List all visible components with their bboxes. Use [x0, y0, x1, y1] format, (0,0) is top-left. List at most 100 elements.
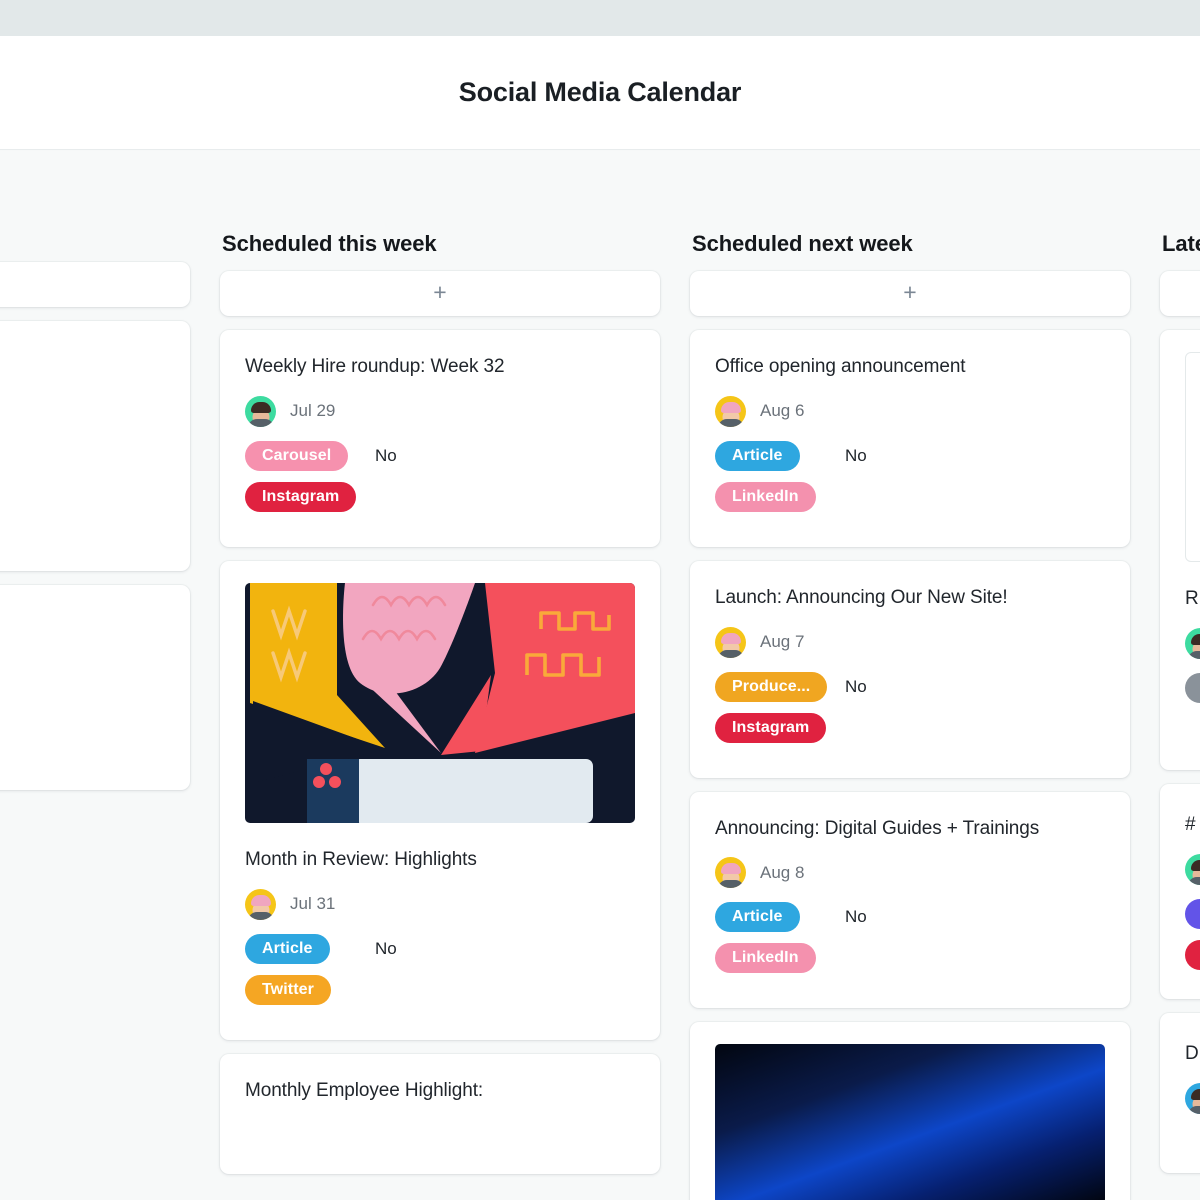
board-canvas[interactable]: + l Design Scheduled this week + Weekl: [0, 151, 1200, 1200]
tag-content-type[interactable]: Article: [245, 933, 330, 964]
speech-bubbles-illustration: [245, 582, 635, 823]
avatar: [715, 857, 746, 889]
card-flag-value: No: [845, 445, 867, 465]
card-tag-row-type: [1185, 898, 1200, 929]
tag-content-type[interactable]: Article: [715, 440, 800, 471]
avatar: [245, 888, 276, 920]
column-partial-left: + l Design: [0, 231, 190, 804]
card-title: Office opening announcement: [715, 356, 966, 377]
card-meta: Jul 31: [245, 888, 635, 920]
tag-content-type[interactable]: Carousel: [245, 440, 349, 471]
card-title: Announcing: Digital Guides + Trainings: [715, 817, 1040, 839]
card-tag-row-channel: Instagram: [245, 481, 635, 512]
card-tag-row-channel: [1185, 672, 1200, 703]
card-office-opening[interactable]: Office opening announcement Aug 6 Articl…: [690, 330, 1130, 547]
avatar: [245, 395, 276, 427]
card-flag-value: No: [845, 676, 867, 696]
add-card-button-next-week[interactable]: +: [690, 271, 1130, 316]
tag-channel[interactable]: Instagram: [245, 481, 357, 512]
card-weekly-hire-roundup[interactable]: Weekly Hire roundup: Week 32 Jul 29 Caro…: [220, 330, 660, 547]
column-scheduled-next-week: Scheduled next week + Office opening ann…: [690, 231, 1130, 1200]
card-flag-value: No: [375, 938, 397, 958]
tag-channel[interactable]: Instagram: [715, 712, 827, 743]
add-card-button-this-week[interactable]: +: [220, 271, 660, 316]
card-month-in-review[interactable]: Month in Review: Highlights Jul 31 Artic…: [220, 560, 660, 1040]
card-tag-row-channel: Instagram: [715, 712, 1105, 743]
card-tag-row-type: Carousel No: [245, 440, 635, 471]
app-root: Social Media Calendar + l Design Schedul…: [0, 0, 1200, 1200]
card-tag-row-channel: Twitter: [245, 974, 635, 1005]
card-title: l Design: [0, 611, 165, 642]
column-scheduled-this-week: Scheduled this week + Weekly Hire roundu…: [220, 231, 660, 1188]
card-title: Launch: Announcing Our New Site!: [715, 586, 1008, 608]
card-meta: Aug 8: [715, 857, 1105, 889]
page-title: Social Media Calendar: [458, 77, 742, 107]
card-title: Month in Review: Highlights: [245, 848, 477, 870]
page-header: Social Media Calendar: [0, 36, 1200, 150]
card-digital-guides[interactable]: Announcing: Digital Guides + Trainings A…: [690, 791, 1130, 1009]
card-late-d[interactable]: D: [1160, 1013, 1200, 1173]
card-tag-row-type: Article No: [245, 933, 635, 964]
column-title-scheduled-next-week: Scheduled next week: [692, 231, 913, 256]
card-monthly-employee-highlight[interactable]: Monthly Employee Highlight:: [220, 1053, 660, 1174]
card-date: Aug 6: [760, 401, 805, 421]
card-date: Jul 29: [290, 401, 336, 421]
tag-channel[interactable]: [1185, 939, 1200, 970]
add-card-button-left[interactable]: +: [0, 262, 190, 307]
card-date: Jul 31: [290, 894, 336, 914]
tag-channel[interactable]: Twitter: [245, 974, 331, 1005]
dark-blue-image: [715, 1044, 1105, 1200]
card-date: Aug 7: [760, 632, 805, 652]
tag-channel[interactable]: LinkedIn: [715, 943, 816, 974]
avatar: [715, 626, 746, 658]
avatar: [1185, 1082, 1200, 1114]
tag-channel[interactable]: [1185, 672, 1200, 703]
column-late-partial: Late + R: [1160, 231, 1200, 1187]
card-late-hash[interactable]: #: [1160, 784, 1200, 999]
card-tag-row-type: Article No: [715, 440, 1105, 471]
tag-content-type[interactable]: [1185, 898, 1200, 929]
tag-content-type[interactable]: Produce...: [715, 671, 828, 702]
card-inner-frame: [1185, 352, 1200, 562]
plus-icon: +: [433, 279, 447, 305]
avatar: [1185, 627, 1200, 659]
card-title: R: [1185, 588, 1199, 609]
card-title: D: [1185, 1043, 1199, 1064]
card-meta: [1185, 1082, 1200, 1114]
card-title: #: [1185, 814, 1196, 835]
card-late-framed[interactable]: R: [1160, 330, 1200, 770]
window-top-strip: [0, 0, 1200, 36]
card-meta: [1185, 853, 1200, 885]
avatar: [1185, 853, 1200, 885]
card-tag-row-channel: [1185, 939, 1200, 970]
card-tag-row-type: Article No: [715, 902, 1105, 933]
card-meta: [1185, 627, 1200, 659]
speech-bubbles-svg: [245, 582, 635, 823]
column-title-scheduled-this-week: Scheduled this week: [222, 231, 437, 256]
card-tag-row-type: Produce... No: [715, 671, 1105, 702]
card-tag-row-channel: LinkedIn: [715, 481, 1105, 512]
column-title-late: Late: [1162, 231, 1200, 256]
card-date: Aug 8: [760, 862, 805, 882]
card-flag-value: No: [845, 907, 867, 927]
card-image-wrap: [690, 1022, 1130, 1200]
board-columns: + l Design Scheduled this week + Weekl: [0, 151, 1200, 1200]
card-design-partial[interactable]: l Design: [0, 585, 190, 790]
tag-content-type[interactable]: Article: [715, 902, 800, 933]
card-meta: Aug 6: [715, 395, 1105, 427]
column-title-partial-left: [0, 231, 190, 262]
card-blank-tall[interactable]: [0, 321, 190, 571]
card-meta: Jul 29: [245, 395, 635, 427]
card-image-partial[interactable]: [690, 1022, 1130, 1200]
tag-channel[interactable]: LinkedIn: [715, 481, 816, 512]
card-flag-value: No: [375, 445, 397, 465]
card-meta: Aug 7: [715, 626, 1105, 658]
card-title: Monthly Employee Highlight:: [245, 1079, 484, 1101]
avatar: [715, 395, 746, 427]
add-card-button-late[interactable]: +: [1160, 271, 1200, 316]
plus-icon: +: [903, 279, 917, 305]
card-title: Weekly Hire roundup: Week 32: [245, 356, 505, 377]
card-image-wrap: [220, 561, 660, 823]
card-tag-row-channel: LinkedIn: [715, 943, 1105, 974]
card-launch-new-site[interactable]: Launch: Announcing Our New Site! Aug 7 P…: [690, 560, 1130, 778]
